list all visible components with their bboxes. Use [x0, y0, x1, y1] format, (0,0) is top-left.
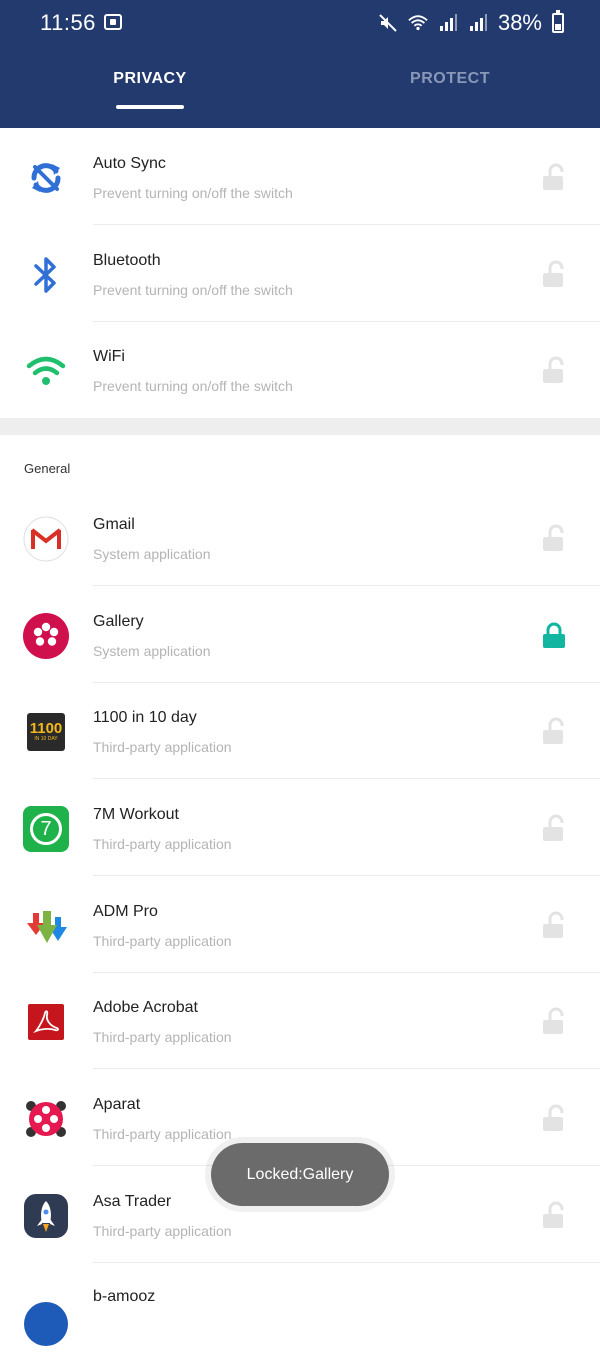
list-item-bluetooth[interactable]: Bluetooth Prevent turning on/off the swi…: [0, 225, 600, 322]
list-item-auto-sync[interactable]: Auto Sync Prevent turning on/off the swi…: [0, 128, 600, 225]
acrobat-icon: [22, 998, 70, 1046]
item-title: Asa Trader: [93, 1193, 172, 1210]
sync-icon: [22, 154, 70, 202]
item-title: Bluetooth: [93, 252, 161, 269]
unlocked-icon[interactable]: [540, 1007, 568, 1035]
icon-text: 1100: [29, 720, 63, 737]
sim-icon: [104, 14, 122, 30]
item-title: ADM Pro: [93, 903, 158, 920]
item-subtitle: Third-party application: [93, 933, 232, 949]
signal-icon: [469, 14, 487, 31]
item-title: Auto Sync: [93, 155, 166, 172]
item-subtitle: System application: [93, 546, 211, 562]
item-title: 7M Workout: [93, 806, 179, 823]
list-item-b-amooz[interactable]: b-amooz: [0, 1262, 600, 1359]
gallery-icon: [22, 612, 70, 660]
icon-subtext: IN 10 DAY: [34, 736, 58, 742]
section-label-general: General: [24, 461, 71, 476]
mute-icon: [379, 14, 397, 32]
item-title: b-amooz: [93, 1288, 156, 1305]
status-bar: 11:56 38%: [0, 0, 600, 48]
app-1100-icon: 1100 IN 10 DAY: [22, 708, 70, 756]
tab-indicator: [116, 105, 184, 109]
signal-icon: [439, 14, 457, 31]
item-subtitle: System application: [93, 643, 211, 659]
unlocked-icon[interactable]: [540, 717, 568, 745]
item-subtitle: Prevent turning on/off the switch: [93, 185, 293, 201]
bluetooth-icon: [22, 251, 70, 299]
b-amooz-icon: [22, 1288, 70, 1346]
item-title: Adobe Acrobat: [93, 999, 198, 1016]
unlocked-icon[interactable]: [540, 356, 568, 384]
unlocked-icon[interactable]: [540, 163, 568, 191]
item-subtitle: Third-party application: [93, 1223, 232, 1239]
workout-icon: 7: [22, 805, 70, 853]
toast-message: Locked:Gallery: [211, 1143, 389, 1206]
unlocked-icon[interactable]: [540, 814, 568, 842]
section-separator: [0, 418, 600, 435]
unlocked-icon[interactable]: [540, 911, 568, 939]
item-title: Gmail: [93, 516, 135, 533]
item-subtitle: Prevent turning on/off the switch: [93, 282, 293, 298]
item-title: Aparat: [93, 1096, 141, 1113]
list-item-adobe-acrobat[interactable]: Adobe Acrobat Third-party application: [0, 972, 600, 1069]
unlocked-icon[interactable]: [540, 524, 568, 552]
battery-percent: 38%: [497, 10, 542, 35]
unlocked-icon[interactable]: [540, 1104, 568, 1132]
gmail-icon: [22, 515, 70, 563]
status-time: 11:56: [40, 10, 96, 35]
item-title: 1100 in 10 day: [93, 709, 197, 726]
item-subtitle: Third-party application: [93, 739, 232, 755]
list-item-gallery[interactable]: Gallery System application: [0, 586, 600, 683]
item-title: Gallery: [93, 613, 144, 630]
item-title: WiFi: [93, 348, 125, 365]
aparat-icon: [22, 1095, 70, 1143]
locked-icon[interactable]: [540, 621, 568, 649]
icon-text: 7: [40, 817, 52, 840]
app-header: 11:56 38% PRIVACY PROTECT: [0, 0, 600, 128]
list-item-1100-in-10-day[interactable]: 1100 IN 10 DAY 1100 in 10 day Third-part…: [0, 682, 600, 779]
list-item-7m-workout[interactable]: 7 7M Workout Third-party application: [0, 779, 600, 876]
unlocked-icon[interactable]: [540, 1201, 568, 1229]
list-item-wifi[interactable]: WiFi Prevent turning on/off the switch: [0, 321, 600, 418]
download-arrows-icon: [22, 902, 70, 950]
wifi-icon: [22, 347, 70, 395]
status-icons: 38%: [378, 10, 564, 36]
unlocked-icon[interactable]: [540, 260, 568, 288]
wifi-calling-icon: [408, 15, 428, 31]
tab-privacy[interactable]: PRIVACY: [0, 56, 300, 128]
list-item-adm-pro[interactable]: ADM Pro Third-party application: [0, 876, 600, 973]
item-subtitle: Third-party application: [93, 1029, 232, 1045]
item-subtitle: Prevent turning on/off the switch: [93, 378, 293, 394]
rocket-icon: [22, 1192, 70, 1240]
tab-bar: PRIVACY PROTECT: [0, 56, 600, 128]
list-item-gmail[interactable]: Gmail System application: [0, 489, 600, 586]
item-subtitle: Third-party application: [93, 1126, 232, 1142]
battery-icon: [552, 10, 564, 33]
item-subtitle: Third-party application: [93, 836, 232, 852]
tab-protect[interactable]: PROTECT: [300, 56, 600, 128]
